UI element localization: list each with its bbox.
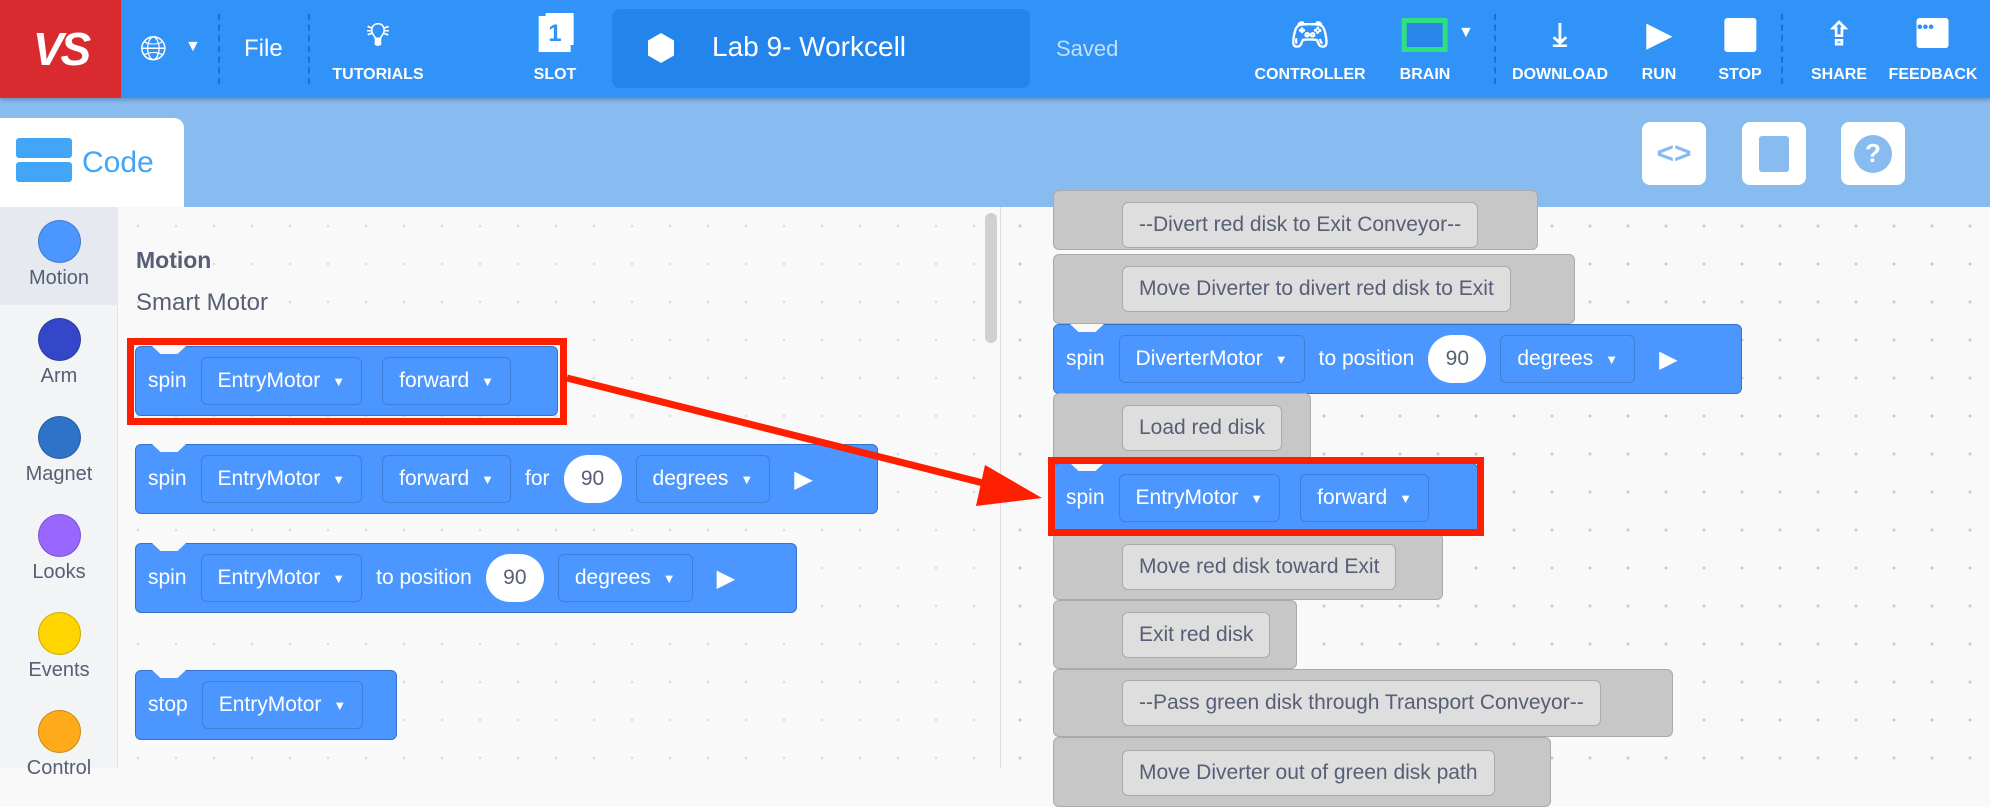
divider [218, 14, 220, 84]
project-title: Lab 9- Workcell [712, 31, 907, 62]
save-status: Saved [1056, 36, 1119, 61]
top-menu-bar: VS 🌐︎ ▼ File 💡︎ TUTORIALS 1 SLOT Lab 9- Wo… [0, 0, 1990, 98]
file-menu[interactable]: File [244, 35, 283, 63]
gamepad-icon: 🎮︎ [1289, 16, 1331, 52]
controller-button[interactable]: 🎮︎ CONTROLLER [1254, 10, 1365, 90]
brain-button[interactable]: BRAIN [1400, 10, 1450, 90]
slot-button[interactable]: 1 SLOT [534, 10, 576, 90]
globe-icon[interactable]: 🌐︎ [140, 30, 167, 68]
stop-button[interactable]: STOP [1718, 10, 1762, 90]
download-button[interactable]: ⤓ DOWNLOAD [1512, 10, 1608, 90]
arrow-line [566, 374, 996, 490]
lightbulb-icon: 💡︎ [366, 16, 390, 52]
download-icon: ⤓ [1552, 16, 1568, 52]
divider [1494, 14, 1496, 84]
feedback-icon: ••• [1916, 18, 1949, 48]
tutorials-button[interactable]: 💡︎ TUTORIALS [332, 10, 423, 90]
brain-icon [1401, 18, 1448, 52]
feedback-button[interactable]: ••• FEEDBACK [1889, 10, 1977, 90]
run-button[interactable]: ▶ RUN [1642, 10, 1677, 90]
slot-icon: 1 [538, 16, 571, 52]
vex-logo[interactable]: VS [0, 0, 121, 98]
divider [1781, 14, 1783, 84]
share-icon: ⇪ [1825, 16, 1853, 52]
arrow-head [976, 465, 1042, 506]
hexagon-icon [648, 33, 674, 63]
language-caret-icon[interactable]: ▼ [185, 38, 201, 56]
brain-caret-icon[interactable]: ▼ [1458, 24, 1474, 42]
share-button[interactable]: ⇪ SHARE [1811, 10, 1867, 90]
project-name-field[interactable]: Lab 9- Workcell [612, 9, 1030, 88]
stop-icon [1724, 18, 1756, 52]
divider [308, 14, 310, 84]
drag-arrow [566, 374, 1042, 506]
play-icon: ▶ [1646, 16, 1672, 52]
